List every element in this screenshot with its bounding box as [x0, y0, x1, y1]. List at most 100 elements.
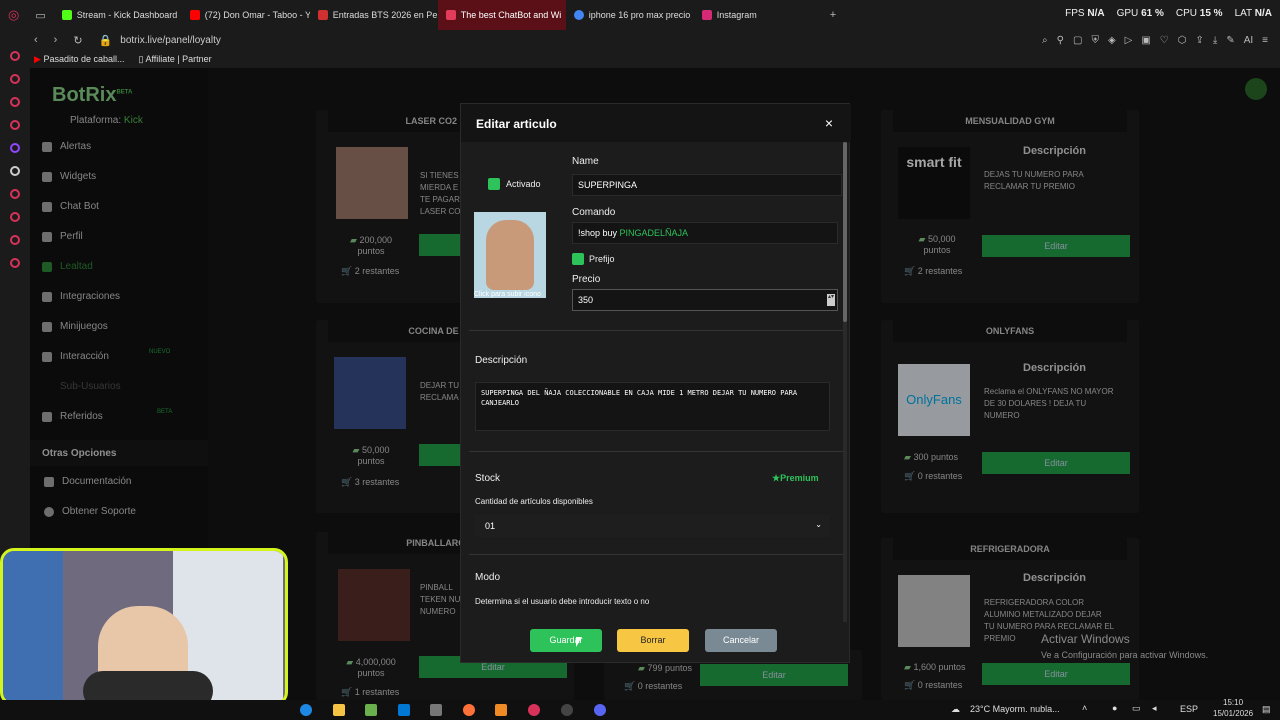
play-icon[interactable]: ▷: [1125, 35, 1133, 46]
activado-checkbox[interactable]: [488, 178, 500, 190]
whatsapp-icon[interactable]: [10, 97, 20, 107]
cancel-button[interactable]: Cancelar: [705, 629, 777, 652]
network-icon[interactable]: ▭: [1132, 703, 1141, 714]
bookmark-pasadito[interactable]: ▶ Pasadito de caball...: [34, 54, 125, 65]
share-icon[interactable]: ⇪: [1196, 35, 1204, 46]
close-icon[interactable]: ×: [825, 115, 833, 131]
name-input[interactable]: SUPERPINGA: [572, 174, 842, 196]
pen-icon[interactable]: ✎: [1226, 35, 1234, 46]
prefijo-checkbox[interactable]: [572, 253, 584, 265]
pin-icon[interactable]: ⚲: [1057, 35, 1064, 46]
command-label: Comando: [572, 207, 616, 218]
item-icon-upload[interactable]: Click para subir icono: [474, 212, 546, 298]
player-icon[interactable]: [10, 189, 20, 199]
upload-hint: Click para subir icono: [474, 291, 541, 298]
tab-instagram[interactable]: Instagram: [694, 0, 822, 30]
prefijo-label: Prefijo: [589, 254, 615, 264]
edit-item-modal: Editar articulo × Activado Click para su…: [460, 103, 851, 663]
store-icon[interactable]: [365, 704, 377, 716]
ai-button[interactable]: AI: [1244, 35, 1253, 46]
delete-button[interactable]: Borrar: [617, 629, 689, 652]
save-button[interactable]: Guardar: [530, 629, 602, 652]
obs-icon[interactable]: [561, 704, 573, 716]
twitch-icon[interactable]: [10, 143, 20, 153]
outlook-icon[interactable]: [398, 704, 410, 716]
stock-select[interactable]: 01 ⌄: [475, 515, 830, 537]
divider: [469, 330, 844, 331]
activado-label: Activado: [506, 179, 541, 189]
modal-scrollbar[interactable]: [843, 142, 847, 622]
reload-icon[interactable]: ↻: [73, 34, 82, 47]
menu-icon[interactable]: ≡: [1262, 35, 1268, 46]
edge-icon[interactable]: [300, 704, 312, 716]
app-icon[interactable]: [430, 704, 442, 716]
extensions-icon[interactable]: [10, 235, 20, 245]
history-icon[interactable]: [10, 212, 20, 222]
gpu-readout: GPU 61 %: [1116, 8, 1164, 19]
mouse-cursor: [576, 637, 586, 647]
url-field[interactable]: botrix.live/panel/loyalty: [120, 35, 221, 46]
mode-label: Modo: [475, 572, 501, 583]
tab-botrix[interactable]: The best ChatBot and Wi: [437, 0, 566, 30]
price-stepper[interactable]: ▴▾: [827, 294, 835, 306]
tab-kick-dashboard[interactable]: Stream - Kick Dashboard: [54, 0, 182, 30]
bookmarks-bar: ▶ Pasadito de caball... ▯ Affiliate | Pa…: [0, 50, 1280, 68]
opera-logo-icon[interactable]: ◎: [8, 7, 19, 23]
tab-entradas-bts[interactable]: Entradas BTS 2026 en Pe: [310, 0, 438, 30]
lock-icon: 🔒: [98, 34, 113, 47]
wallet-icon[interactable]: ▣: [1141, 35, 1150, 46]
chevron-down-icon: ⌄: [815, 520, 822, 529]
weather-text[interactable]: 23°C Mayorm. nubla...: [970, 704, 1060, 714]
star-icon: ★: [772, 473, 781, 483]
download-icon[interactable]: ⤓: [1213, 35, 1217, 46]
cpu-readout: CPU 15 %: [1175, 8, 1223, 19]
youtube-icon: [189, 10, 200, 20]
vlc-icon[interactable]: [495, 704, 507, 716]
mic-icon[interactable]: ●: [1112, 703, 1117, 713]
tab-google-iphone[interactable]: iphone 16 pro max precio: [566, 0, 694, 30]
tab-youtube[interactable]: (72) Don Omar - Taboo - Y: [182, 0, 310, 30]
stock-value: 01: [485, 521, 496, 531]
tab-overview-icon[interactable]: ▭: [35, 9, 45, 22]
background-light: [3, 551, 63, 703]
snapshot-icon[interactable]: ▢: [1073, 35, 1082, 46]
x-icon[interactable]: [10, 166, 20, 176]
price-input[interactable]: 350 ▴▾: [572, 289, 838, 311]
modal-header: Editar articulo ×: [461, 104, 851, 142]
address-bar-row: ‹ › ↻ 🔒 botrix.live/panel/loyalty ⌕ ⚲ ▢ …: [0, 30, 1280, 50]
language-indicator[interactable]: ESP: [1180, 704, 1198, 714]
clock[interactable]: 15:10 15/01/2026: [1213, 697, 1253, 719]
divider: [469, 451, 844, 452]
zoom-icon[interactable]: ⌕: [1042, 35, 1048, 46]
description-textarea[interactable]: SUPERPINGA DEL ÑAJA COLECCIONABLE EN CAJ…: [475, 382, 830, 431]
item-image: [486, 220, 534, 290]
extensions-icon[interactable]: ⬡: [1178, 35, 1187, 46]
notifications-icon[interactable]: ▤: [1262, 704, 1271, 715]
cube-icon[interactable]: ◈: [1108, 35, 1116, 46]
shield-icon[interactable]: ⛨: [1091, 35, 1099, 46]
heart-icon[interactable]: ♡: [1160, 35, 1169, 46]
price-label: Precio: [572, 274, 601, 285]
messenger-icon[interactable]: [10, 74, 20, 84]
opera-icon[interactable]: [528, 704, 540, 716]
new-tab-icon[interactable]: +: [830, 9, 836, 21]
command-input[interactable]: !shop buy PINGADELÑAJA: [572, 222, 838, 244]
tray-chevron-icon[interactable]: ˄: [1082, 703, 1087, 713]
command-prefix: !shop buy: [578, 228, 620, 238]
weather-icon[interactable]: ☁: [951, 704, 960, 715]
back-icon[interactable]: ‹: [34, 34, 38, 46]
youtube-icon: ▶: [34, 53, 41, 64]
volume-icon[interactable]: ◂: [1152, 703, 1157, 714]
name-label: Name: [572, 156, 599, 167]
discord-icon[interactable]: [594, 704, 606, 716]
bookmark-affiliate[interactable]: ▯ Affiliate | Partner: [139, 54, 212, 65]
aria-icon[interactable]: [10, 51, 20, 61]
instagram-icon[interactable]: [10, 120, 20, 130]
firefox-icon[interactable]: [463, 704, 475, 716]
settings-icon[interactable]: [10, 258, 20, 268]
instagram-icon: [701, 10, 712, 20]
forward-icon[interactable]: ›: [54, 34, 58, 46]
scrollbar-thumb[interactable]: [843, 142, 847, 322]
lat-readout: LAT N/A: [1234, 8, 1272, 19]
file-explorer-icon[interactable]: [333, 704, 345, 716]
